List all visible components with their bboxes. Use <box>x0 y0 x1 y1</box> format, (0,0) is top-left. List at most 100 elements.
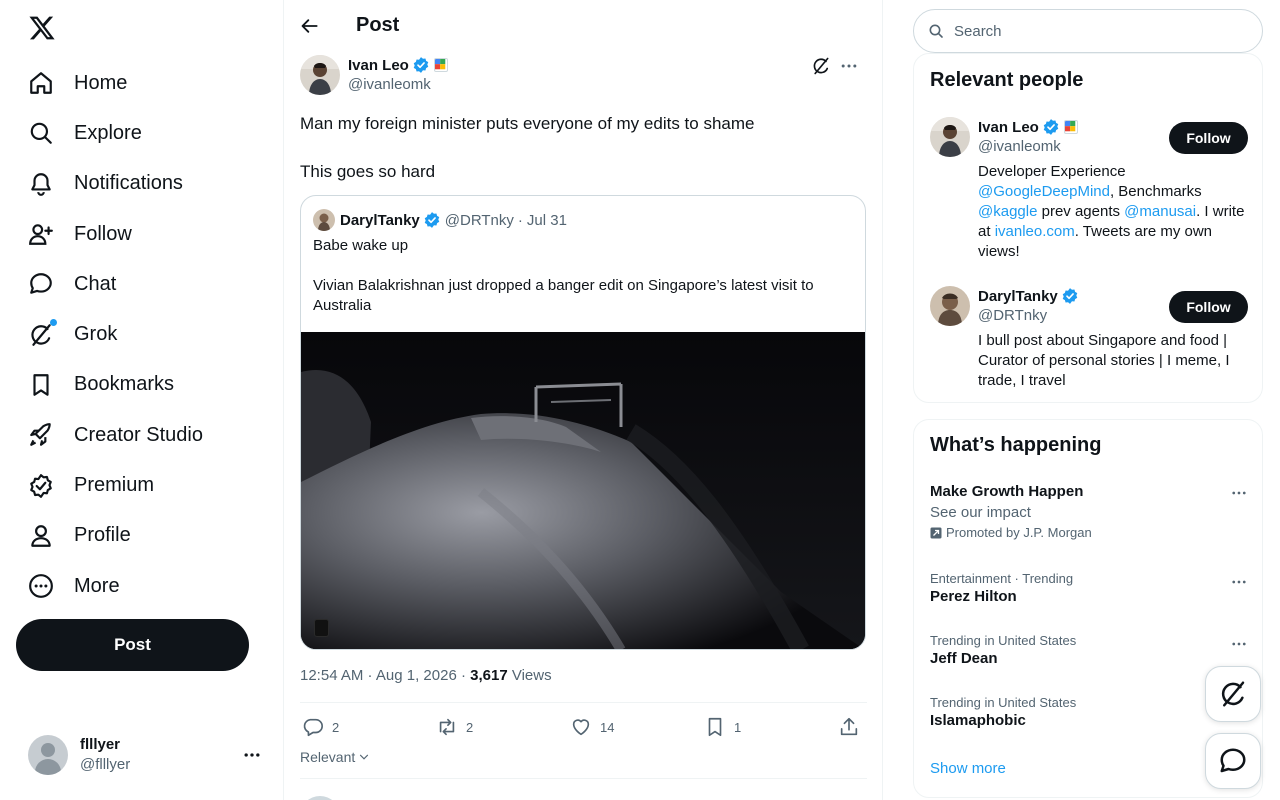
left-navigation: Home Explore Notifications Follow Chat G… <box>0 0 284 800</box>
search-input[interactable] <box>954 22 1244 40</box>
nav-item-explore[interactable]: Explore <box>16 108 256 158</box>
quote-author-handle: @DRTnky <box>444 211 514 229</box>
trend-title: Perez Hilton <box>930 588 1017 605</box>
nav-item-chat[interactable]: Chat <box>16 259 256 309</box>
person-name-row: DarylTanky <box>978 286 1079 306</box>
like-button[interactable]: 14 <box>570 712 614 742</box>
nav-item-home[interactable]: Home <box>16 58 256 108</box>
nav-item-creator-studio[interactable]: Creator Studio <box>16 410 256 460</box>
promoted-title: Make Growth Happen <box>930 483 1084 500</box>
bio-text: , Benchmarks <box>1109 183 1202 200</box>
nav-label-more: More <box>74 574 120 597</box>
nav-label-home: Home <box>74 71 128 94</box>
person-handle: @ivanleomk <box>978 138 1061 155</box>
post-author: Ivan Leo @ivanleomk <box>300 55 867 97</box>
more-horizontal-icon[interactable] <box>242 745 262 765</box>
back-arrow-icon[interactable] <box>300 16 320 36</box>
affiliate-badge-icon[interactable] <box>1063 120 1078 134</box>
account-switcher[interactable]: flllyer @flllyer <box>28 733 268 777</box>
page-title: Post <box>356 14 400 36</box>
quote-header: DarylTanky @DRTnky · Jul 31 <box>313 209 567 231</box>
person-avatar[interactable] <box>930 286 970 326</box>
relevant-person[interactable]: DarylTanky @DRTnky Follow I bull post ab… <box>930 286 1248 396</box>
nav-item-grok[interactable]: Grok <box>16 309 256 359</box>
follow-button[interactable]: Follow <box>1169 291 1248 323</box>
bio-mention-link[interactable]: @manusai <box>1124 203 1196 220</box>
more-horizontal-icon[interactable] <box>839 56 859 76</box>
author-name[interactable]: Ivan Leo <box>348 57 409 74</box>
heart-icon <box>570 716 592 738</box>
follow-button[interactable]: Follow <box>1169 122 1248 154</box>
post-text-line: Man my foreign minister puts everyone of… <box>300 114 755 133</box>
nav-item-premium[interactable]: Premium <box>16 460 256 510</box>
more-horizontal-icon[interactable] <box>1230 635 1248 653</box>
divider <box>300 702 867 703</box>
like-count: 14 <box>600 719 615 735</box>
repost-button[interactable]: 2 <box>436 712 473 742</box>
chat-floating-button[interactable] <box>1205 733 1261 789</box>
bio-mention-link[interactable]: @kaggle <box>978 203 1037 220</box>
affiliate-badge-icon[interactable] <box>433 58 448 72</box>
search-bar[interactable] <box>913 9 1263 53</box>
promoted-label: Promoted by J.P. Morgan <box>946 525 1092 540</box>
more-circle-icon <box>28 573 54 599</box>
trend-item[interactable]: Entertainment · Trending Perez Hilton <box>930 571 1248 607</box>
nav-label-notifications: Notifications <box>74 172 183 195</box>
more-horizontal-icon[interactable] <box>1230 573 1248 591</box>
bio-mention-link[interactable]: @GoogleDeepMind <box>978 183 1110 200</box>
chat-bubble-icon <box>1218 746 1248 776</box>
post-timestamp[interactable]: 12:54 AM · Aug 1, 2026 · <box>300 667 470 684</box>
trend-item[interactable]: Trending in United States Jeff Dean <box>930 633 1248 669</box>
person-name[interactable]: Ivan Leo <box>978 119 1039 136</box>
whats-happening-title: What’s happening <box>930 434 1102 456</box>
person-icon <box>28 523 54 549</box>
share-button[interactable] <box>838 712 860 742</box>
author-handle[interactable]: @ivanleomk <box>348 76 431 93</box>
more-horizontal-icon[interactable] <box>1230 484 1248 502</box>
repost-count: 2 <box>466 719 474 735</box>
x-logo-icon[interactable] <box>28 14 56 42</box>
post-actions: 2 2 14 1 <box>300 712 867 742</box>
quoted-post[interactable]: DarylTanky @DRTnky · Jul 31 Babe wake up… <box>300 195 866 650</box>
show-more-link[interactable]: Show more <box>930 760 1006 777</box>
quote-video-thumbnail[interactable] <box>301 332 865 649</box>
quote-author-avatar <box>313 209 335 231</box>
nav-item-bookmarks[interactable]: Bookmarks <box>16 360 256 410</box>
nav-item-follow[interactable]: Follow <box>16 209 256 259</box>
add-person-icon <box>28 221 54 247</box>
relevant-people-title: Relevant people <box>930 69 1084 91</box>
account-names: flllyer @flllyer <box>80 735 130 775</box>
promoted-trend[interactable]: Make Growth Happen See our impact Promot… <box>930 482 1248 540</box>
nav-item-more[interactable]: More <box>16 561 256 611</box>
verified-badge-icon <box>28 473 54 499</box>
quote-text-line: Vivian Balakrishnan just dropped a bange… <box>313 277 814 314</box>
reply-button[interactable]: 2 <box>302 712 339 742</box>
author-avatar[interactable] <box>300 55 340 95</box>
home-icon <box>28 70 54 96</box>
verified-check-icon <box>1042 118 1060 136</box>
views-label: Views <box>507 667 552 684</box>
chat-bubble-icon <box>28 271 54 297</box>
bio-url-link[interactable]: ivanleo.com <box>995 223 1075 240</box>
verified-check-icon <box>1061 287 1079 305</box>
trend-item[interactable]: Trending in United States Islamaphobic <box>930 695 1248 731</box>
bookmark-button[interactable]: 1 <box>704 712 741 742</box>
nav-item-profile[interactable]: Profile <box>16 511 256 561</box>
rocket-icon <box>28 422 54 448</box>
reply-sort-dropdown[interactable]: Relevant <box>300 749 371 765</box>
grok-floating-button[interactable] <box>1205 666 1261 722</box>
post-text-line: This goes so hard <box>300 162 436 181</box>
nav-list: Home Explore Notifications Follow Chat G… <box>16 58 256 611</box>
notification-dot <box>50 318 57 326</box>
account-handle: @flllyer <box>80 756 131 773</box>
post-button[interactable]: Post <box>16 619 249 671</box>
person-name[interactable]: DarylTanky <box>978 288 1058 305</box>
nav-item-notifications[interactable]: Notifications <box>16 159 256 209</box>
grok-icon <box>28 318 57 348</box>
main-header: Post <box>284 0 883 53</box>
person-avatar[interactable] <box>930 117 970 157</box>
relevant-person[interactable]: Ivan Leo @ivanleomk Follow Developer Exp… <box>930 117 1248 267</box>
nav-label-grok: Grok <box>74 323 118 346</box>
bio-text: Developer Experience <box>978 163 1126 180</box>
grok-icon[interactable] <box>811 56 831 76</box>
